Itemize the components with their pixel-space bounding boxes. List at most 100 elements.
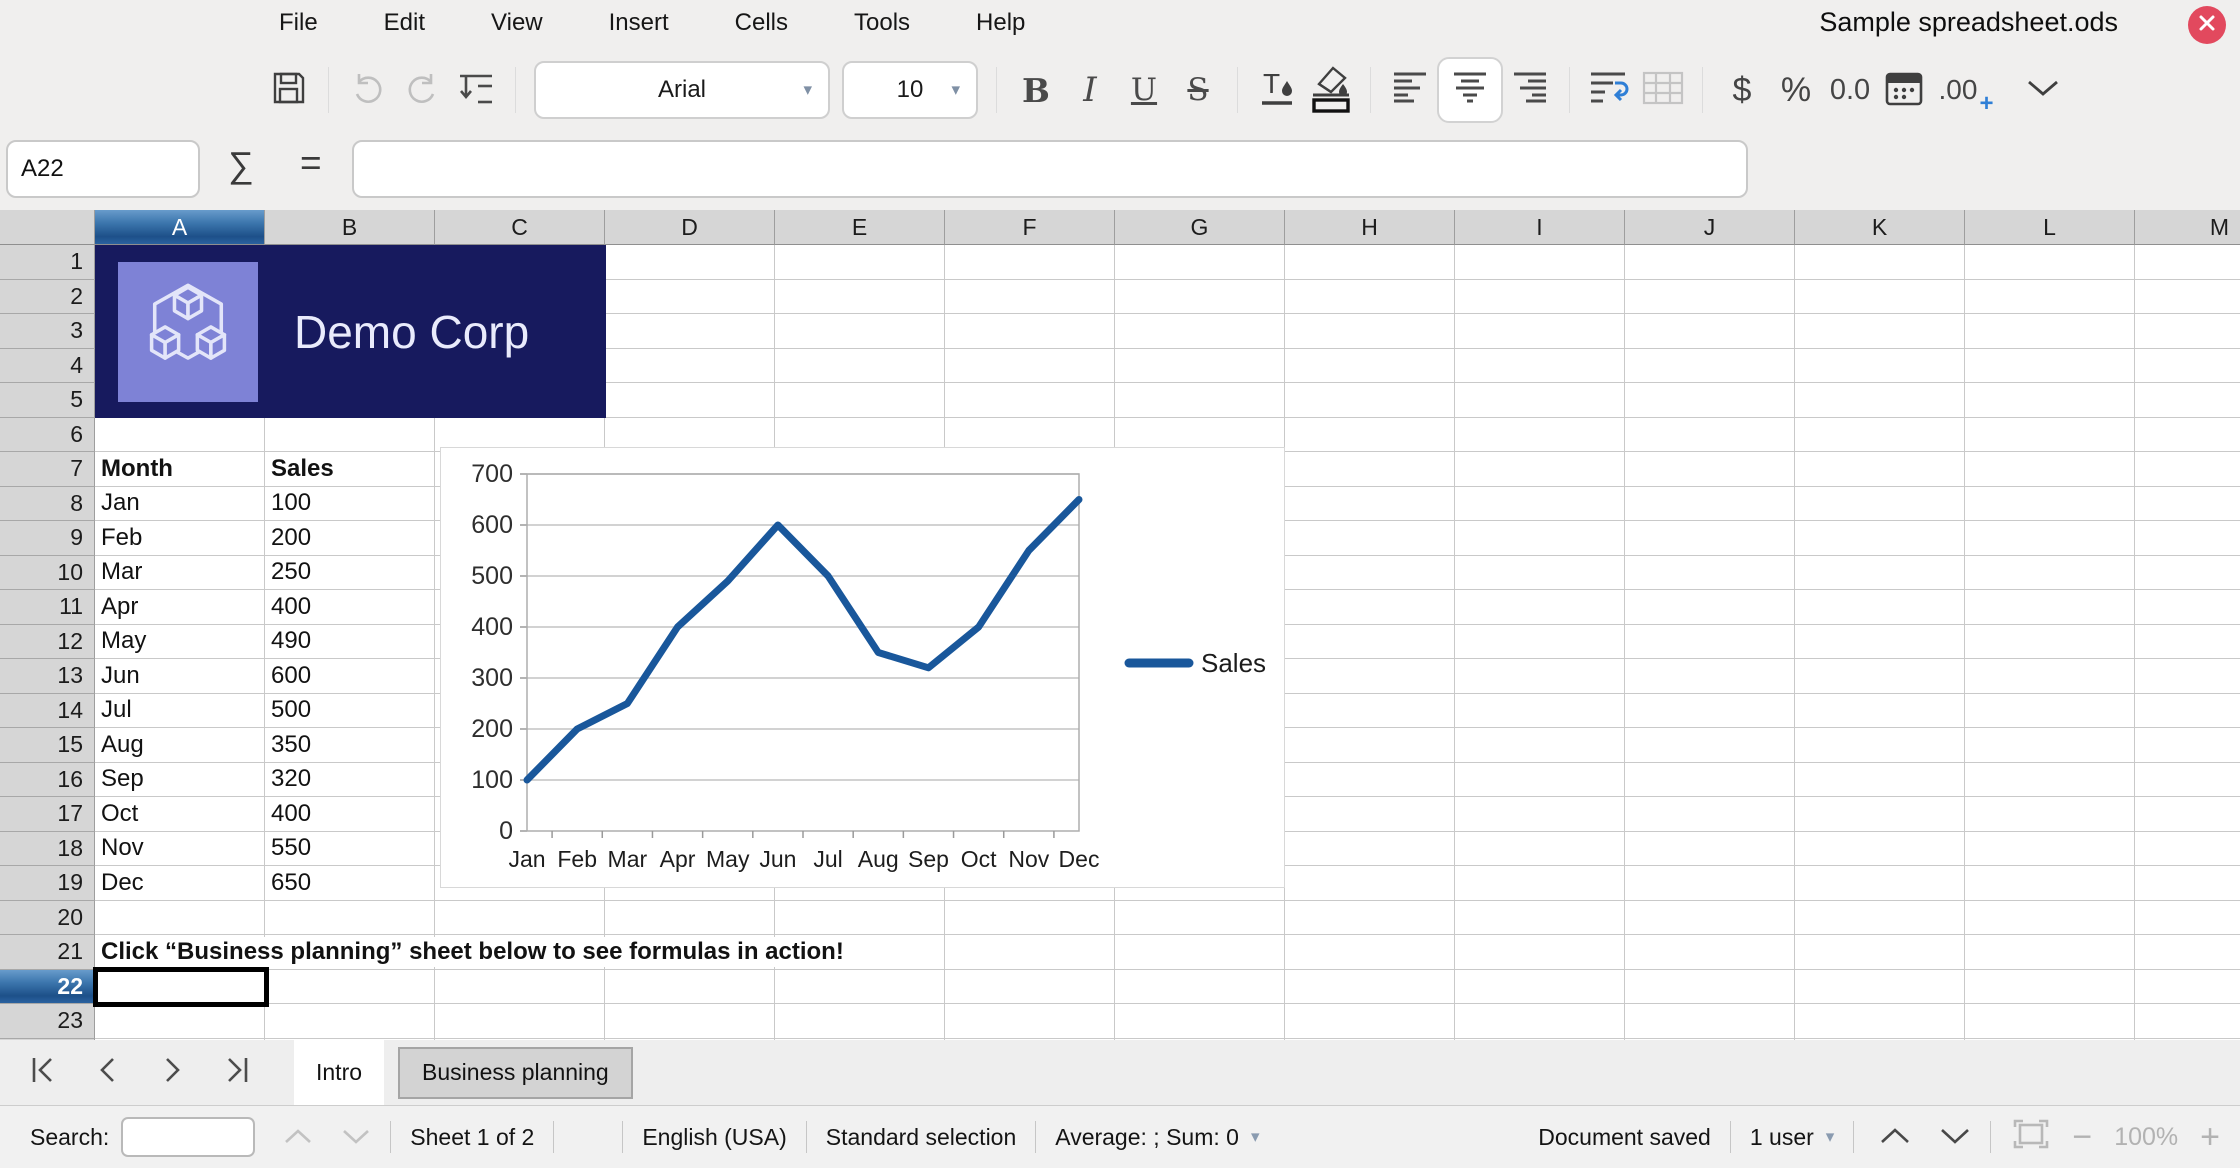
cell-M18[interactable] xyxy=(2135,832,2240,866)
cell-H4[interactable] xyxy=(1285,348,1455,383)
cell-H12[interactable] xyxy=(1285,624,1455,659)
cell-J2[interactable] xyxy=(1625,279,1795,314)
cell-M10[interactable] xyxy=(2135,556,2240,590)
cell-B13[interactable]: 600 xyxy=(265,659,435,694)
cell-H10[interactable] xyxy=(1285,555,1455,590)
cell-M11[interactable] xyxy=(2135,590,2240,625)
cell-B15[interactable]: 350 xyxy=(265,728,435,763)
cell-I1[interactable] xyxy=(1455,245,1625,280)
cell-K8[interactable] xyxy=(1795,486,1965,521)
cell-M23[interactable] xyxy=(2135,1004,2240,1039)
cell-M14[interactable] xyxy=(2135,694,2240,728)
cell-M12[interactable] xyxy=(2135,625,2240,659)
cell-E5[interactable] xyxy=(775,383,945,418)
cell-E23[interactable] xyxy=(775,1004,945,1039)
cell-D2[interactable] xyxy=(605,279,775,314)
cell-J8[interactable] xyxy=(1625,486,1795,521)
cell-G22[interactable] xyxy=(1115,969,1285,1004)
cell-J7[interactable] xyxy=(1625,452,1795,487)
cell-I10[interactable] xyxy=(1455,555,1625,590)
cell-A14[interactable]: Jul xyxy=(95,693,265,728)
cell-I20[interactable] xyxy=(1455,900,1625,935)
row-header-15[interactable]: 15 xyxy=(0,728,95,763)
cell-J12[interactable] xyxy=(1625,624,1795,659)
cell-D3[interactable] xyxy=(605,314,775,349)
cell-H7[interactable] xyxy=(1285,452,1455,487)
cell-A13[interactable]: Jun xyxy=(95,659,265,694)
equals-function-button[interactable]: = xyxy=(300,142,322,184)
cell-J19[interactable] xyxy=(1625,866,1795,901)
cell-M16[interactable] xyxy=(2135,763,2240,797)
cell-A23[interactable] xyxy=(95,1004,265,1039)
cell-C22[interactable] xyxy=(435,969,605,1004)
column-header-E[interactable]: E xyxy=(775,210,945,245)
cell-B18[interactable]: 550 xyxy=(265,831,435,866)
cell-H17[interactable] xyxy=(1285,797,1455,832)
cell-I6[interactable] xyxy=(1455,417,1625,452)
cell-H14[interactable] xyxy=(1285,693,1455,728)
formula-input[interactable] xyxy=(352,140,1748,198)
cell-K21[interactable] xyxy=(1795,935,1965,970)
cell-D1[interactable] xyxy=(605,245,775,280)
column-header-B[interactable]: B xyxy=(265,210,435,245)
row-header-7[interactable]: 7 xyxy=(0,452,95,487)
cell-E1[interactable] xyxy=(775,245,945,280)
cell-I11[interactable] xyxy=(1455,590,1625,625)
cell-M21[interactable] xyxy=(2135,935,2240,970)
cell-B9[interactable]: 200 xyxy=(265,521,435,556)
cell-K17[interactable] xyxy=(1795,797,1965,832)
row-header-13[interactable]: 13 xyxy=(0,659,95,694)
row-header-8[interactable]: 8 xyxy=(0,486,95,521)
cell-J5[interactable] xyxy=(1625,383,1795,418)
cell-F22[interactable] xyxy=(945,969,1115,1004)
cell-I8[interactable] xyxy=(1455,486,1625,521)
menu-item-insert[interactable]: Insert xyxy=(576,9,702,37)
cell-H16[interactable] xyxy=(1285,762,1455,797)
cell-J1[interactable] xyxy=(1625,245,1795,280)
row-header-5[interactable]: 5 xyxy=(0,383,95,418)
cell-B11[interactable]: 400 xyxy=(265,590,435,625)
cell-L11[interactable] xyxy=(1965,590,2135,625)
cell-J3[interactable] xyxy=(1625,314,1795,349)
zoom-out-button[interactable]: − xyxy=(2072,1118,2092,1157)
cell-M20[interactable] xyxy=(2135,901,2240,935)
cell-A17[interactable]: Oct xyxy=(95,797,265,832)
row-header-20[interactable]: 20 xyxy=(0,900,95,935)
cell-J13[interactable] xyxy=(1625,659,1795,694)
cell-H2[interactable] xyxy=(1285,279,1455,314)
cell-I2[interactable] xyxy=(1455,279,1625,314)
row-header-1[interactable]: 1 xyxy=(0,245,95,280)
cell-B12[interactable]: 490 xyxy=(265,624,435,659)
column-header-J[interactable]: J xyxy=(1625,210,1795,245)
cell-K11[interactable] xyxy=(1795,590,1965,625)
cell-G5[interactable] xyxy=(1115,383,1285,418)
cell-H9[interactable] xyxy=(1285,521,1455,556)
cell-F3[interactable] xyxy=(945,314,1115,349)
previous-sheet-button[interactable] xyxy=(88,1053,128,1093)
cell-J16[interactable] xyxy=(1625,762,1795,797)
menu-item-cells[interactable]: Cells xyxy=(702,9,821,37)
row-header-3[interactable]: 3 xyxy=(0,314,95,349)
cell-K6[interactable] xyxy=(1795,417,1965,452)
column-header-H[interactable]: H xyxy=(1285,210,1455,245)
cell-M2[interactable] xyxy=(2135,280,2240,314)
cell-D4[interactable] xyxy=(605,348,775,383)
cell-L15[interactable] xyxy=(1965,728,2135,763)
cell-L10[interactable] xyxy=(1965,555,2135,590)
cell-A6[interactable] xyxy=(95,417,265,452)
fullscreen-selection-button[interactable] xyxy=(2012,1118,2050,1156)
cell-G1[interactable] xyxy=(1115,245,1285,280)
aggregate-info[interactable]: Average: ; Sum: 0 xyxy=(1055,1124,1239,1151)
add-decimal-button[interactable]: .00 + xyxy=(1936,58,1994,122)
sum-function-button[interactable]: ∑ xyxy=(228,144,254,186)
cell-A10[interactable]: Mar xyxy=(95,555,265,590)
cell-D23[interactable] xyxy=(605,1004,775,1039)
scroll-down-button[interactable] xyxy=(1939,1124,1971,1151)
column-header-L[interactable]: L xyxy=(1965,210,2135,245)
cell-K7[interactable] xyxy=(1795,452,1965,487)
cell-J15[interactable] xyxy=(1625,728,1795,763)
row-header-23[interactable]: 23 xyxy=(0,1004,95,1039)
percent-format-button[interactable]: % xyxy=(1774,58,1818,122)
align-right-button[interactable] xyxy=(1508,58,1552,122)
cell-K4[interactable] xyxy=(1795,348,1965,383)
